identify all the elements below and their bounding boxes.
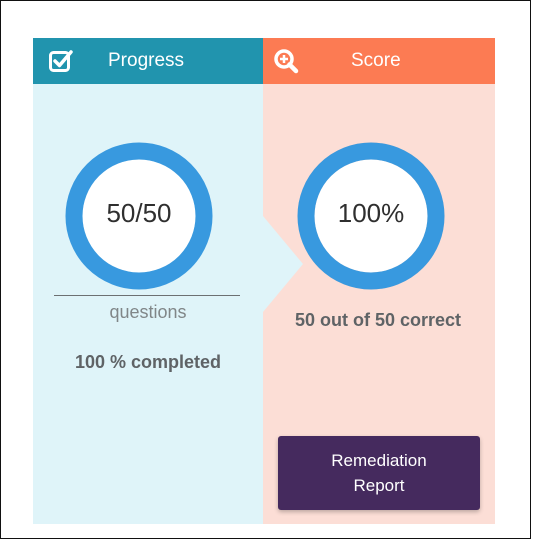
checkbox-check-icon bbox=[48, 48, 74, 74]
remediation-report-label: Remediation Report bbox=[331, 451, 427, 495]
score-title: Score bbox=[351, 50, 401, 71]
questions-label: questions bbox=[109, 302, 187, 322]
progress-panel: Progress 50/50 questions 100 % completed bbox=[33, 38, 263, 524]
score-ring: 100% bbox=[297, 142, 445, 290]
panel-arrow-notch bbox=[263, 216, 303, 312]
progress-body: 50/50 questions 100 % completed bbox=[33, 84, 263, 524]
score-header: Score bbox=[263, 38, 495, 84]
completed-label: 100 % completed bbox=[74, 352, 222, 372]
score-value: 100% bbox=[337, 198, 405, 228]
results-card: Progress 50/50 questions 100 % completed bbox=[33, 38, 495, 524]
progress-title: Progress bbox=[108, 50, 185, 71]
progress-ring: 50/50 bbox=[65, 142, 213, 290]
progress-header: Progress bbox=[33, 38, 263, 84]
remediation-report-button[interactable]: Remediation Report bbox=[278, 436, 480, 510]
magnify-plus-icon bbox=[273, 48, 299, 74]
correct-label: 50 out of 50 correct bbox=[294, 310, 462, 330]
progress-divider bbox=[54, 295, 240, 296]
progress-value: 50/50 bbox=[106, 198, 172, 228]
frame: Progress 50/50 questions 100 % completed bbox=[0, 0, 531, 539]
